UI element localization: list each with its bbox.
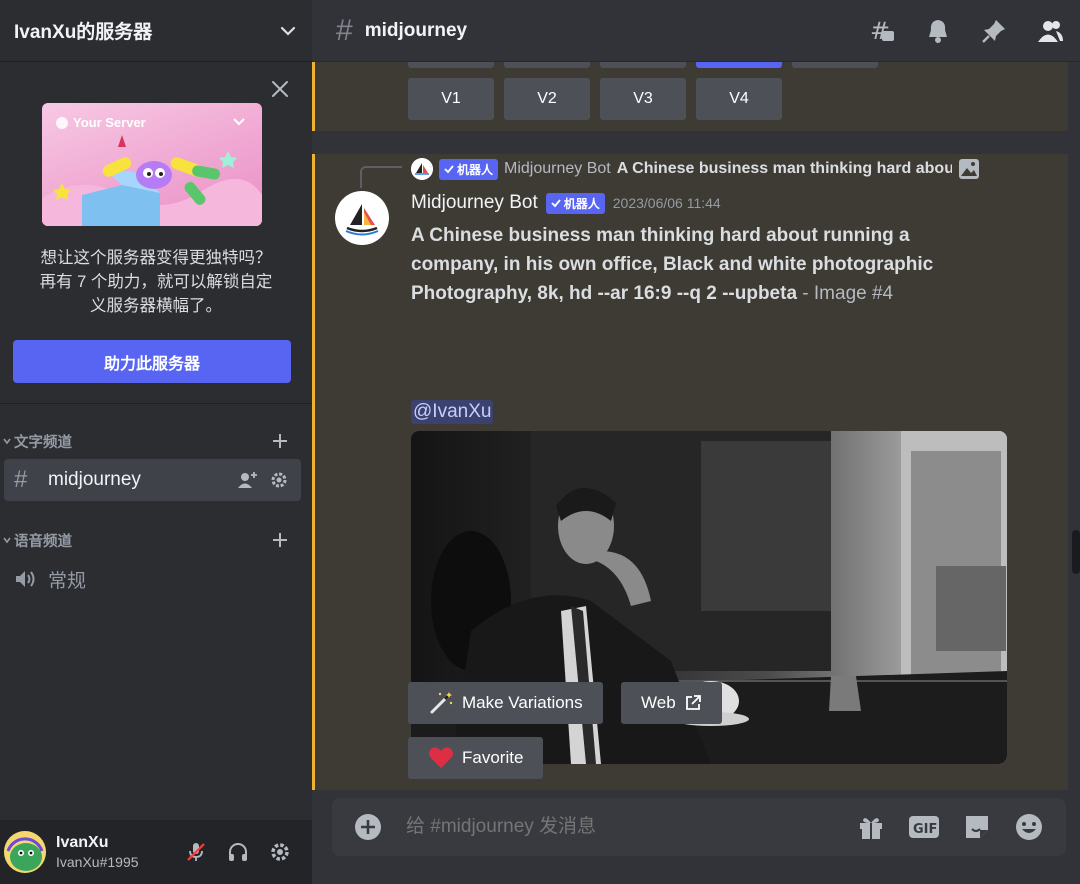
boost-mascot-icon [42,135,262,226]
variation-button-v3[interactable]: V3 [600,78,686,120]
web-link-button[interactable]: Web [621,682,722,724]
boost-text-line: 义服务器横幅了。 [90,297,222,315]
pin-icon[interactable] [980,17,1008,45]
gift-icon[interactable] [856,812,886,842]
make-variations-button[interactable]: Make Variations [408,682,603,724]
external-link-icon [685,695,701,710]
bot-badge-label: 机器人 [563,196,600,211]
server-banner-illustration: Your Server [42,103,262,226]
channel-midjourney[interactable]: # midjourney [4,459,301,501]
gear-icon[interactable] [269,470,289,490]
invite-member-icon[interactable] [237,470,259,490]
channel-title: midjourney [364,19,468,41]
favorite-label: Favorite [462,748,524,767]
settings-gear-icon[interactable] [268,840,292,864]
prompt-text: company, in his own office, Black and wh… [411,254,934,275]
bot-badge-label: 机器人 [457,162,494,177]
server-sidebar: IvanXu的服务器 Your Server 想让这个服务器变得更独特吗？ 再有… [0,0,312,884]
image-attachment-icon [958,159,979,179]
text-channel-icon: # [336,13,353,47]
message-author[interactable]: Midjourney Bot [411,192,538,214]
sticker-icon[interactable] [962,812,992,842]
close-icon[interactable] [270,79,290,99]
reply-reference[interactable]: 机器人 Midjourney Bot A Chinese business ma… [411,158,1011,180]
message-previous: V1 V2 V3 V4 [312,62,1068,131]
category-label: 语音频道 [14,533,72,550]
channel-name: 常规 [48,570,87,592]
message-header: Midjourney Bot 机器人 2023/06/06 11:44 [411,192,721,214]
button-fragment [408,62,494,68]
scrollbar-thumb[interactable] [1072,530,1080,574]
variation-button-v4[interactable]: V4 [696,78,782,120]
reply-author: Midjourney Bot [504,160,611,177]
user-mention[interactable]: @IvanXu [411,400,494,424]
gif-icon[interactable]: GIF [908,812,940,842]
caret-down-icon [3,438,11,445]
boost-text-line: 想让这个服务器变得更独特吗？ [40,249,272,267]
caret-down-icon [3,537,11,544]
headphones-icon[interactable] [226,840,250,864]
button-fragment [792,62,878,68]
add-channel-icon[interactable] [270,431,290,451]
voice-channel-general[interactable]: 常规 [4,558,301,600]
category-voice-channels[interactable]: 语音频道 [0,528,312,552]
message-midjourney-bot: 机器人 Midjourney Bot A Chinese business ma… [312,154,1068,790]
microphone-muted-icon[interactable] [184,840,208,864]
boost-text-line: 再有 7 个助力，就可以解锁自定 [39,273,273,291]
sidebar-divider [0,403,312,404]
member-list-icon[interactable] [1036,17,1064,45]
message-timestamp: 2023/06/06 11:44 [612,195,721,211]
emoji-icon[interactable] [1014,812,1044,842]
boost-description: 想让这个服务器变得更独特吗？ 再有 7 个助力，就可以解锁自定 义服务器横幅了。 [0,246,312,318]
button-fragment [600,62,686,68]
button-fragment [504,62,590,68]
make-variations-label: Make Variations [462,693,583,712]
user-tag: IvanXu#1995 [56,854,139,870]
prompt-text: Photography, 8k, hd --ar 16:9 --q 2 --up… [411,283,798,304]
bot-badge: 机器人 [545,192,605,214]
category-text-channels[interactable]: 文字频道 [0,429,312,453]
reply-connector [360,166,402,188]
reply-preview: A Chinese business man thinking hard abo… [616,160,952,177]
threads-icon[interactable]: # [868,17,896,45]
heart-icon [429,747,453,768]
channel-header: # midjourney # [312,0,1080,62]
message-content: A Chinese business man thinking hard abo… [411,221,951,308]
message-input[interactable] [406,816,856,838]
user-avatar-icon [4,831,46,873]
user-info[interactable]: IvanXu IvanXu#1995 [56,834,184,870]
verified-check-icon [551,199,561,208]
bot-avatar[interactable] [335,191,389,245]
button-fragment [696,62,782,68]
svg-text:GIF: GIF [913,822,937,837]
add-channel-icon[interactable] [270,530,290,550]
bot-badge: 机器人 [439,158,499,180]
boost-server-button[interactable]: 助力此服务器 [13,340,291,383]
variation-button-v1[interactable]: V1 [408,78,494,120]
channel-name: midjourney [48,469,141,490]
message-list[interactable]: V1 V2 V3 V4 机器人 Midjourney Bot A Chinese… [312,62,1068,790]
favorite-button[interactable]: Favorite [408,737,544,779]
sailboat-icon [345,204,379,236]
prompt-text: A Chinese business man thinking hard abo… [411,225,910,246]
verified-check-icon [444,165,454,174]
boost-card: Your Server 想让这个服务器变得更独特吗？ 再有 7 个助力，就可以解… [0,63,312,403]
avatar[interactable] [4,831,46,873]
chevron-down-icon[interactable] [278,21,298,41]
server-name: IvanXu的服务器 [14,22,153,43]
text-channel-icon: # [14,466,28,493]
server-header[interactable]: IvanXu的服务器 [0,0,312,62]
message-composer: GIF [332,798,1066,856]
add-attachment-icon[interactable] [354,813,382,841]
bell-icon[interactable] [924,17,952,45]
speaker-icon [16,571,35,587]
image-index: - Image #4 [797,283,894,304]
category-label: 文字频道 [14,434,72,451]
user-panel: IvanXu IvanXu#1995 [0,820,312,884]
web-label: Web [641,693,676,712]
username: IvanXu [56,834,109,851]
magic-wand-icon [430,692,453,714]
variation-button-v2[interactable]: V2 [504,78,590,120]
bot-mini-avatar-icon [411,158,433,180]
